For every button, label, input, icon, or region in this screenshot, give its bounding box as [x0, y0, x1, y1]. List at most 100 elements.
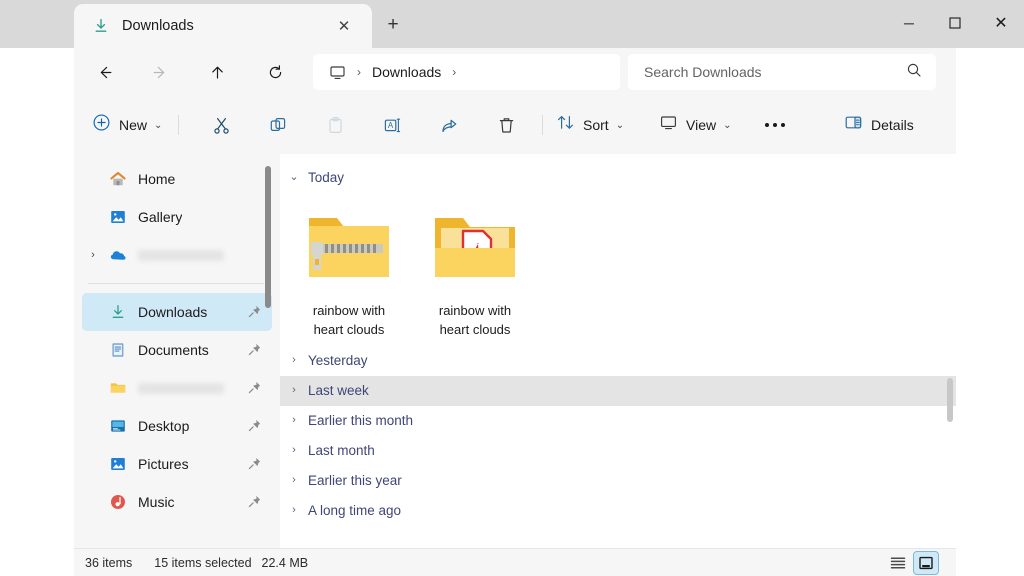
sort-button-label: Sort — [583, 117, 609, 133]
zipped-folder-icon — [301, 204, 397, 288]
group-header-last-month[interactable]: › Last month — [280, 436, 956, 466]
share-button[interactable] — [433, 109, 465, 141]
chevron-right-icon[interactable]: › — [286, 445, 302, 456]
up-button[interactable] — [201, 56, 233, 88]
sidebar-item-desktop[interactable]: Desktop — [82, 407, 272, 445]
group-header-label: Today — [308, 170, 344, 185]
file-name: rainbow with heart clouds — [297, 302, 401, 340]
gallery-icon — [108, 207, 128, 227]
share-icon — [440, 116, 459, 135]
rename-button[interactable]: A — [376, 109, 408, 141]
breadcrumb-current[interactable]: Downloads — [372, 64, 441, 80]
see-more-button[interactable] — [760, 109, 790, 141]
downloads-arrow-icon — [108, 302, 128, 322]
file-item-folder-pdf[interactable]: rainbow with heart clouds — [420, 198, 530, 340]
sort-chevron-down-icon: ⌄ — [616, 120, 624, 131]
file-name: rainbow with heart clouds — [423, 302, 527, 340]
address-bar: › Downloads › Search Downloads — [74, 48, 956, 96]
details-panel-icon — [844, 113, 863, 137]
file-item-zip[interactable]: rainbow with heart clouds — [294, 198, 404, 340]
folder-with-pdf-icon — [427, 204, 523, 288]
tab-downloads[interactable]: Downloads ✕ — [74, 4, 372, 48]
sort-button[interactable]: Sort ⌄ — [556, 109, 624, 141]
back-button[interactable] — [88, 56, 120, 88]
view-monitor-icon — [659, 113, 678, 137]
cut-button[interactable] — [205, 109, 237, 141]
sidebar-item-label — [138, 383, 224, 394]
sidebar-item-music[interactable]: Music — [82, 483, 272, 521]
pictures-icon — [108, 454, 128, 474]
pin-icon[interactable] — [247, 380, 262, 400]
pin-icon[interactable] — [247, 304, 262, 324]
breadcrumb[interactable]: › Downloads › — [313, 54, 620, 90]
sidebar-item-gallery[interactable]: Gallery — [82, 198, 272, 236]
pin-icon[interactable] — [247, 494, 262, 514]
expand-chevron-icon[interactable]: › — [82, 249, 104, 261]
sidebar-item-documents[interactable]: Documents — [82, 331, 272, 369]
pin-icon[interactable] — [247, 418, 262, 438]
new-tab-button[interactable]: + — [378, 11, 408, 39]
pin-icon[interactable] — [247, 456, 262, 476]
group-header-last-week[interactable]: › Last week — [280, 376, 956, 406]
large-icons-view-icon[interactable] — [914, 552, 938, 574]
group-header-earlier-this-month[interactable]: › Earlier this month — [280, 406, 956, 436]
sidebar-item-onedrive[interactable]: › — [82, 236, 272, 274]
pin-icon[interactable] — [247, 342, 262, 362]
group-header-label: Earlier this month — [308, 413, 413, 428]
content-scrollbar-thumb[interactable] — [947, 378, 953, 422]
paste-icon — [326, 116, 345, 135]
chevron-down-icon: ⌄ — [154, 120, 162, 131]
group-header-yesterday[interactable]: › Yesterday — [280, 346, 956, 376]
chevron-right-icon[interactable]: › — [286, 475, 302, 486]
close-window-button[interactable]: ✕ — [978, 0, 1024, 46]
selection-count: 15 items selected — [154, 556, 251, 570]
group-header-label: Last month — [308, 443, 375, 458]
delete-button[interactable] — [490, 109, 522, 141]
list-view-icon[interactable] — [886, 552, 910, 574]
sidebar-item-pictures[interactable]: Pictures — [82, 445, 272, 483]
search-icon[interactable] — [906, 62, 922, 83]
close-tab-icon[interactable]: ✕ — [334, 16, 354, 36]
toolbar-divider-1 — [178, 115, 179, 135]
minimize-button[interactable]: ─ — [886, 0, 932, 46]
group-header-label: Last week — [308, 383, 369, 398]
group-header-a-long-time-ago[interactable]: › A long time ago — [280, 496, 956, 526]
chevron-right-icon[interactable]: › — [286, 385, 302, 396]
new-button-label: New — [119, 117, 147, 133]
file-list-pane: ⌄ Today — [280, 154, 956, 548]
copy-icon — [269, 116, 288, 135]
sidebar-item-label: Downloads — [138, 304, 207, 320]
group-header-today[interactable]: ⌄ Today — [280, 162, 956, 192]
sidebar-item-label: Pictures — [138, 456, 189, 472]
chevron-right-icon[interactable]: › — [286, 505, 302, 516]
group-header-earlier-this-year[interactable]: › Earlier this year — [280, 466, 956, 496]
sidebar-item-folder[interactable] — [82, 369, 272, 407]
sidebar-item-label: Home — [138, 171, 175, 187]
view-button[interactable]: View ⌄ — [659, 109, 731, 141]
documents-icon — [108, 340, 128, 360]
copy-button[interactable] — [262, 109, 294, 141]
item-count: 36 items — [85, 556, 132, 570]
file-tiles: rainbow with heart clouds rainbow with — [280, 192, 956, 340]
window-left-gutter — [0, 48, 74, 576]
maximize-button[interactable] — [932, 0, 978, 46]
sidebar-scrollbar-thumb[interactable] — [265, 166, 271, 308]
selection-size: 22.4 MB — [262, 556, 309, 570]
details-pane-button[interactable]: Details — [844, 109, 914, 141]
chevron-down-icon[interactable]: ⌄ — [286, 172, 302, 183]
refresh-button[interactable] — [259, 56, 291, 88]
search-input[interactable]: Search Downloads — [628, 54, 936, 90]
chevron-right-icon[interactable]: › — [286, 355, 302, 366]
breadcrumb-separator-1[interactable]: › — [357, 66, 361, 78]
trash-icon — [497, 116, 516, 135]
plus-circle-icon — [92, 113, 111, 137]
title-bar-left-pad — [0, 0, 74, 48]
new-button[interactable]: New ⌄ — [92, 109, 162, 141]
this-pc-monitor-icon[interactable] — [329, 64, 346, 81]
group-header-label: A long time ago — [308, 503, 401, 518]
sidebar-item-downloads[interactable]: Downloads — [82, 293, 272, 331]
music-icon — [108, 492, 128, 512]
breadcrumb-separator-2[interactable]: › — [452, 66, 456, 78]
sidebar-item-home[interactable]: Home — [82, 160, 272, 198]
chevron-right-icon[interactable]: › — [286, 415, 302, 426]
